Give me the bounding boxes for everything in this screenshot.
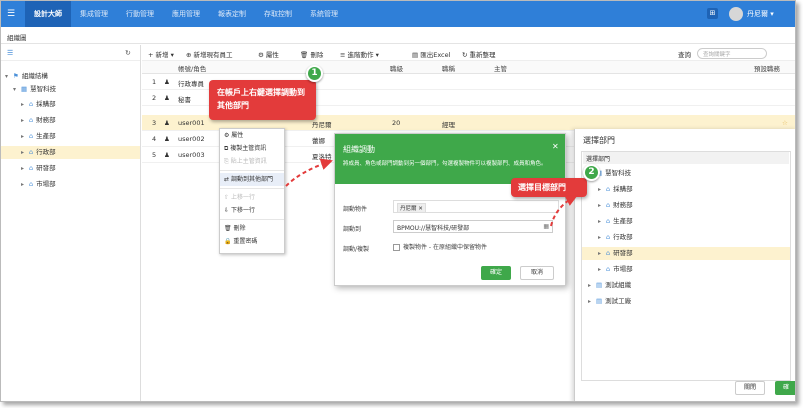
app-window: ☰ 設計大師 集成管理 行動管理 應用管理 報表定制 存取控制 系統管理 ⊞ 丹…: [0, 0, 796, 402]
annotation-arrows: [285, 158, 578, 227]
arrow-to-panel: [550, 195, 578, 227]
arrow-to-dialog: [285, 158, 333, 187]
